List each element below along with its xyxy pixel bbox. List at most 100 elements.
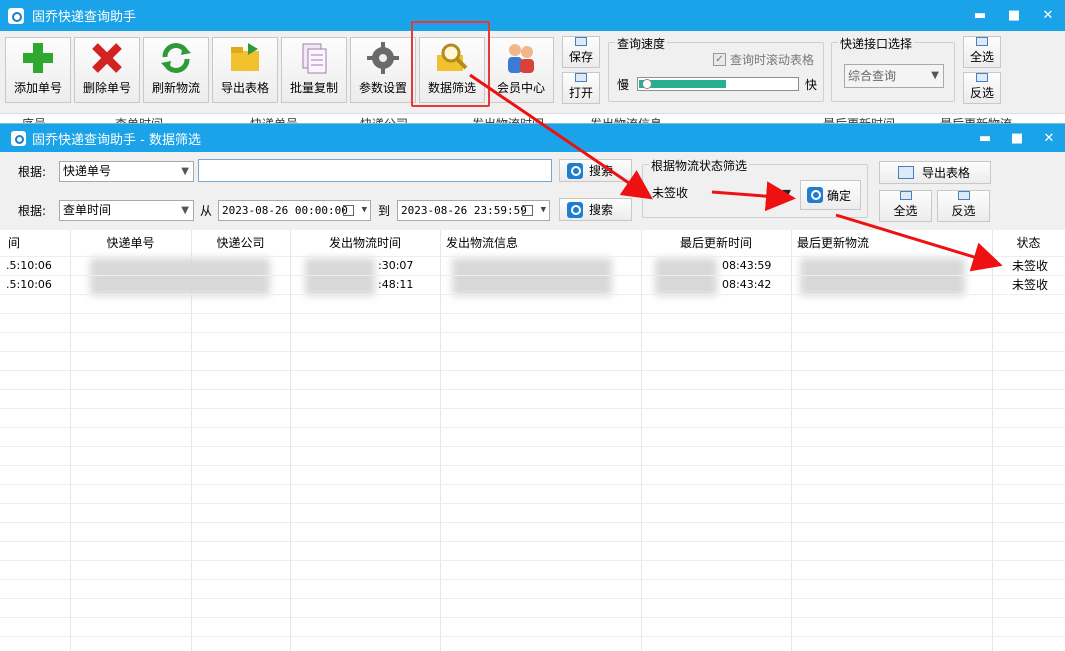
col-update-info[interactable]: 最后更新物流	[797, 230, 869, 256]
gear-icon	[366, 41, 400, 75]
calendar-icon	[343, 205, 354, 216]
slow-label: 慢	[617, 78, 630, 92]
data-filter-highlight	[411, 21, 490, 107]
grid-line	[0, 256, 1065, 257]
status-select[interactable]: 未签收 ▼	[649, 184, 795, 205]
grid-line	[0, 313, 1065, 314]
close-icon[interactable]: ✕	[1033, 124, 1065, 152]
grid-line	[0, 522, 1065, 523]
main-toolbar: 添加单号 删除单号 刷新物流 导出表格 批量复制 参数设置 数据筛选 会员中心 …	[0, 21, 1065, 113]
close-icon[interactable]: ✕	[1031, 0, 1065, 31]
chevron-down-icon: ▼	[540, 205, 546, 215]
window-controls: ▬ ■ ✕	[963, 0, 1065, 31]
filter-time-select[interactable]: 查单时间 ▼	[59, 200, 194, 221]
grid-line	[0, 408, 1065, 409]
chevron-down-icon: ▼	[361, 205, 367, 215]
grid-line	[0, 617, 1065, 618]
app-logo-icon	[8, 7, 24, 24]
chevron-down-icon: ▼	[181, 166, 189, 177]
col-send-time[interactable]: 发出物流时间	[290, 230, 440, 256]
grid-line	[0, 579, 1065, 580]
invert-icon	[976, 73, 988, 82]
chevron-down-icon: ▼	[181, 205, 189, 216]
main-invert-button[interactable]: 反选	[963, 72, 1001, 104]
delete-x-icon	[90, 41, 124, 75]
delete-number-button[interactable]: 删除单号	[74, 37, 140, 103]
query-speed-group: 查询速度 ✓ 查询时滚动表格 慢 快	[608, 35, 824, 102]
filter-window-title: 固乔快递查询助手 - 数据筛选	[32, 132, 201, 148]
grid-line	[0, 389, 1065, 390]
grid-line	[0, 332, 1065, 333]
main-title-bar: 固乔快递查询助手 ▬ ■ ✕	[0, 0, 1065, 31]
from-date-picker[interactable]: 2023-08-26 00:00:00 ▼	[218, 200, 371, 221]
col-courier[interactable]: 快递公司	[191, 230, 290, 256]
col-tracking-number[interactable]: 快递单号	[70, 230, 191, 256]
grid-line	[0, 503, 1065, 504]
grid-line	[0, 560, 1065, 561]
status-filter-group: 根据物流状态筛选 未签收 ▼ 确定	[642, 157, 868, 218]
maximize-icon[interactable]: ■	[1001, 124, 1033, 152]
grid-line	[0, 427, 1065, 428]
save-button[interactable]: 保存	[562, 36, 600, 68]
main-select-all-button[interactable]: 全选	[963, 36, 1001, 68]
col-send-info[interactable]: 发出物流信息	[446, 230, 518, 256]
select-all-icon	[899, 191, 912, 200]
redacted-area	[452, 258, 612, 296]
filter-by-label: 根据:	[18, 165, 47, 179]
filter-invert-button[interactable]: 反选	[937, 190, 990, 222]
interface-select[interactable]: 综合查询 ▼	[844, 64, 944, 88]
filter-field-select[interactable]: 快递单号 ▼	[59, 161, 194, 182]
speed-slider-fill	[639, 80, 726, 88]
open-button[interactable]: 打开	[562, 72, 600, 104]
to-date-picker[interactable]: 2023-08-26 23:59:59 ▼	[397, 200, 550, 221]
copy-docs-icon	[297, 41, 331, 75]
add-number-button[interactable]: 添加单号	[5, 37, 71, 103]
members-icon	[504, 41, 538, 75]
minimize-icon[interactable]: ▬	[969, 124, 1001, 152]
col-status[interactable]: 状态	[992, 230, 1065, 256]
grid-line	[0, 294, 1065, 295]
speed-slider-thumb[interactable]	[642, 79, 652, 89]
grid-line	[0, 541, 1065, 542]
col-update-time[interactable]: 最后更新时间	[641, 230, 791, 256]
speed-slider[interactable]	[637, 77, 799, 91]
results-grid[interactable]: 间 快递单号 快递公司 发出物流时间 发出物流信息 最后更新时间 最后更新物流 …	[0, 230, 1065, 651]
invert-icon	[957, 191, 970, 200]
minimize-icon[interactable]: ▬	[963, 0, 997, 31]
grid-line	[0, 465, 1065, 466]
filter-by-label: 根据:	[18, 204, 47, 218]
filter-window: 固乔快递查询助手 - 数据筛选 ▬ ■ ✕ 根据: 快递单号 ▼ 搜索 根据: …	[0, 123, 1065, 651]
grid-line	[0, 275, 1065, 276]
redacted-area	[305, 258, 375, 296]
search-number-button[interactable]: 搜索	[559, 159, 632, 182]
grid-line	[0, 484, 1065, 485]
chevron-down-icon: ▼	[931, 70, 939, 81]
save-icon	[575, 37, 587, 46]
filter-export-button[interactable]: 导出表格	[879, 161, 991, 184]
search-icon	[567, 162, 583, 179]
status-confirm-button[interactable]: 确定	[800, 180, 861, 210]
export-folder-icon	[228, 41, 262, 75]
redacted-area	[90, 258, 270, 296]
tracking-number-input[interactable]	[198, 159, 552, 182]
settings-button[interactable]: 参数设置	[350, 37, 416, 103]
search-time-button[interactable]: 搜索	[559, 198, 632, 221]
open-icon	[575, 73, 587, 82]
grid-line	[0, 446, 1065, 447]
scroll-table-checkbox[interactable]: ✓ 查询时滚动表格	[713, 51, 814, 68]
filter-select-all-button[interactable]: 全选	[879, 190, 932, 222]
batch-copy-button[interactable]: 批量复制	[281, 37, 347, 103]
grid-line	[0, 598, 1065, 599]
maximize-icon[interactable]: ■	[997, 0, 1031, 31]
to-label: 到	[378, 204, 391, 218]
calendar-icon	[522, 205, 533, 216]
export-icon	[898, 166, 914, 179]
grid-line	[0, 351, 1065, 352]
redacted-area	[655, 258, 717, 296]
checkbox-checked-icon: ✓	[713, 53, 726, 66]
refresh-logistics-button[interactable]: 刷新物流	[143, 37, 209, 103]
col-query-time[interactable]: 间	[8, 230, 20, 256]
member-center-button[interactable]: 会员中心	[488, 37, 554, 103]
export-table-button[interactable]: 导出表格	[212, 37, 278, 103]
plus-icon	[21, 41, 55, 75]
